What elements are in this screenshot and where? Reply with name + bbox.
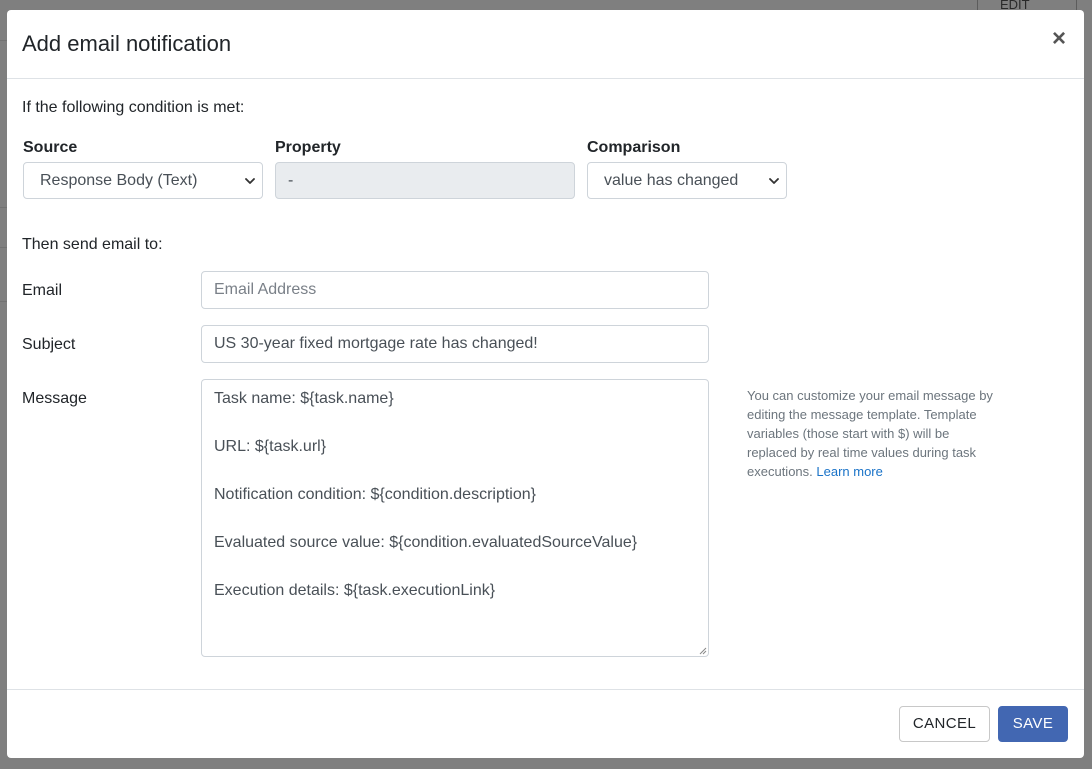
cancel-button[interactable]: CANCEL <box>899 706 990 742</box>
resize-handle-icon[interactable] <box>699 647 707 655</box>
comparison-select-value: value has changed <box>604 172 739 189</box>
message-label: Message <box>22 390 87 407</box>
source-select[interactable]: Response Body (Text) <box>23 162 263 199</box>
close-icon: × <box>1051 25 1066 52</box>
modal-footer: CANCEL SAVE <box>7 689 1084 758</box>
message-textarea[interactable] <box>201 379 709 657</box>
chevron-down-icon <box>245 178 255 184</box>
background-divider <box>0 40 7 41</box>
condition-intro: If the following condition is met: <box>22 99 245 116</box>
help-text: You can customize your email message by … <box>747 386 997 481</box>
background-divider <box>0 301 7 302</box>
modal-header: Add email notification × <box>7 10 1084 79</box>
source-select-value: Response Body (Text) <box>40 172 198 189</box>
source-label: Source <box>23 139 78 156</box>
background-divider <box>0 207 7 208</box>
email-label: Email <box>22 282 63 299</box>
subject-input[interactable] <box>201 325 709 363</box>
add-email-notification-dialog: Add email notification × If the followin… <box>7 10 1084 758</box>
chevron-down-icon <box>769 178 779 184</box>
modal-title: Add email notification <box>22 31 232 56</box>
save-button[interactable]: SAVE <box>998 706 1068 742</box>
email-input[interactable] <box>201 271 709 309</box>
property-label: Property <box>275 139 341 156</box>
email-intro: Then send email to: <box>22 236 163 253</box>
subject-label: Subject <box>22 336 76 353</box>
property-field: - <box>275 162 575 199</box>
background-divider <box>0 247 7 248</box>
learn-more-link[interactable]: Learn more <box>816 464 882 479</box>
comparison-label: Comparison <box>587 139 681 156</box>
property-value: - <box>288 172 294 189</box>
comparison-select[interactable]: value has changed <box>587 162 787 199</box>
close-button[interactable]: × <box>1050 27 1068 51</box>
